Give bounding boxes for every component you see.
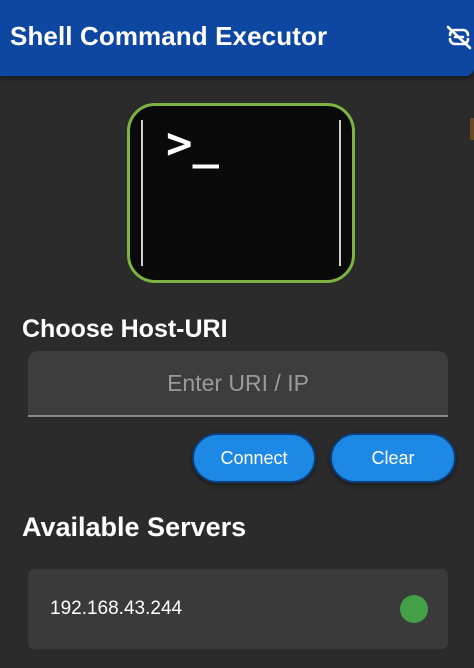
connect-button[interactable]: Connect	[192, 433, 316, 483]
server-address: 192.168.43.244	[50, 598, 183, 619]
app-title: Shell Command Executor	[10, 21, 328, 51]
host-section-title: Choose Host-URI	[22, 315, 228, 343]
servers-section-title: Available Servers	[22, 512, 247, 542]
terminal-prompt: >_	[166, 118, 219, 169]
clear-button-label: Clear	[371, 447, 415, 468]
edge-decoration	[470, 118, 474, 140]
terminal-icon: >_	[127, 103, 355, 283]
connect-button-label: Connect	[220, 447, 288, 468]
status-indicator	[400, 595, 428, 623]
app-bar: Shell Command Executor	[0, 0, 474, 76]
host-input-container	[28, 351, 448, 417]
link-off-icon[interactable]	[444, 22, 474, 52]
logo-left-bar	[141, 120, 143, 266]
server-list-item[interactable]: 192.168.43.244	[28, 569, 448, 649]
host-uri-input[interactable]	[28, 351, 448, 415]
clear-button[interactable]: Clear	[330, 433, 456, 483]
logo-right-bar	[339, 120, 341, 266]
